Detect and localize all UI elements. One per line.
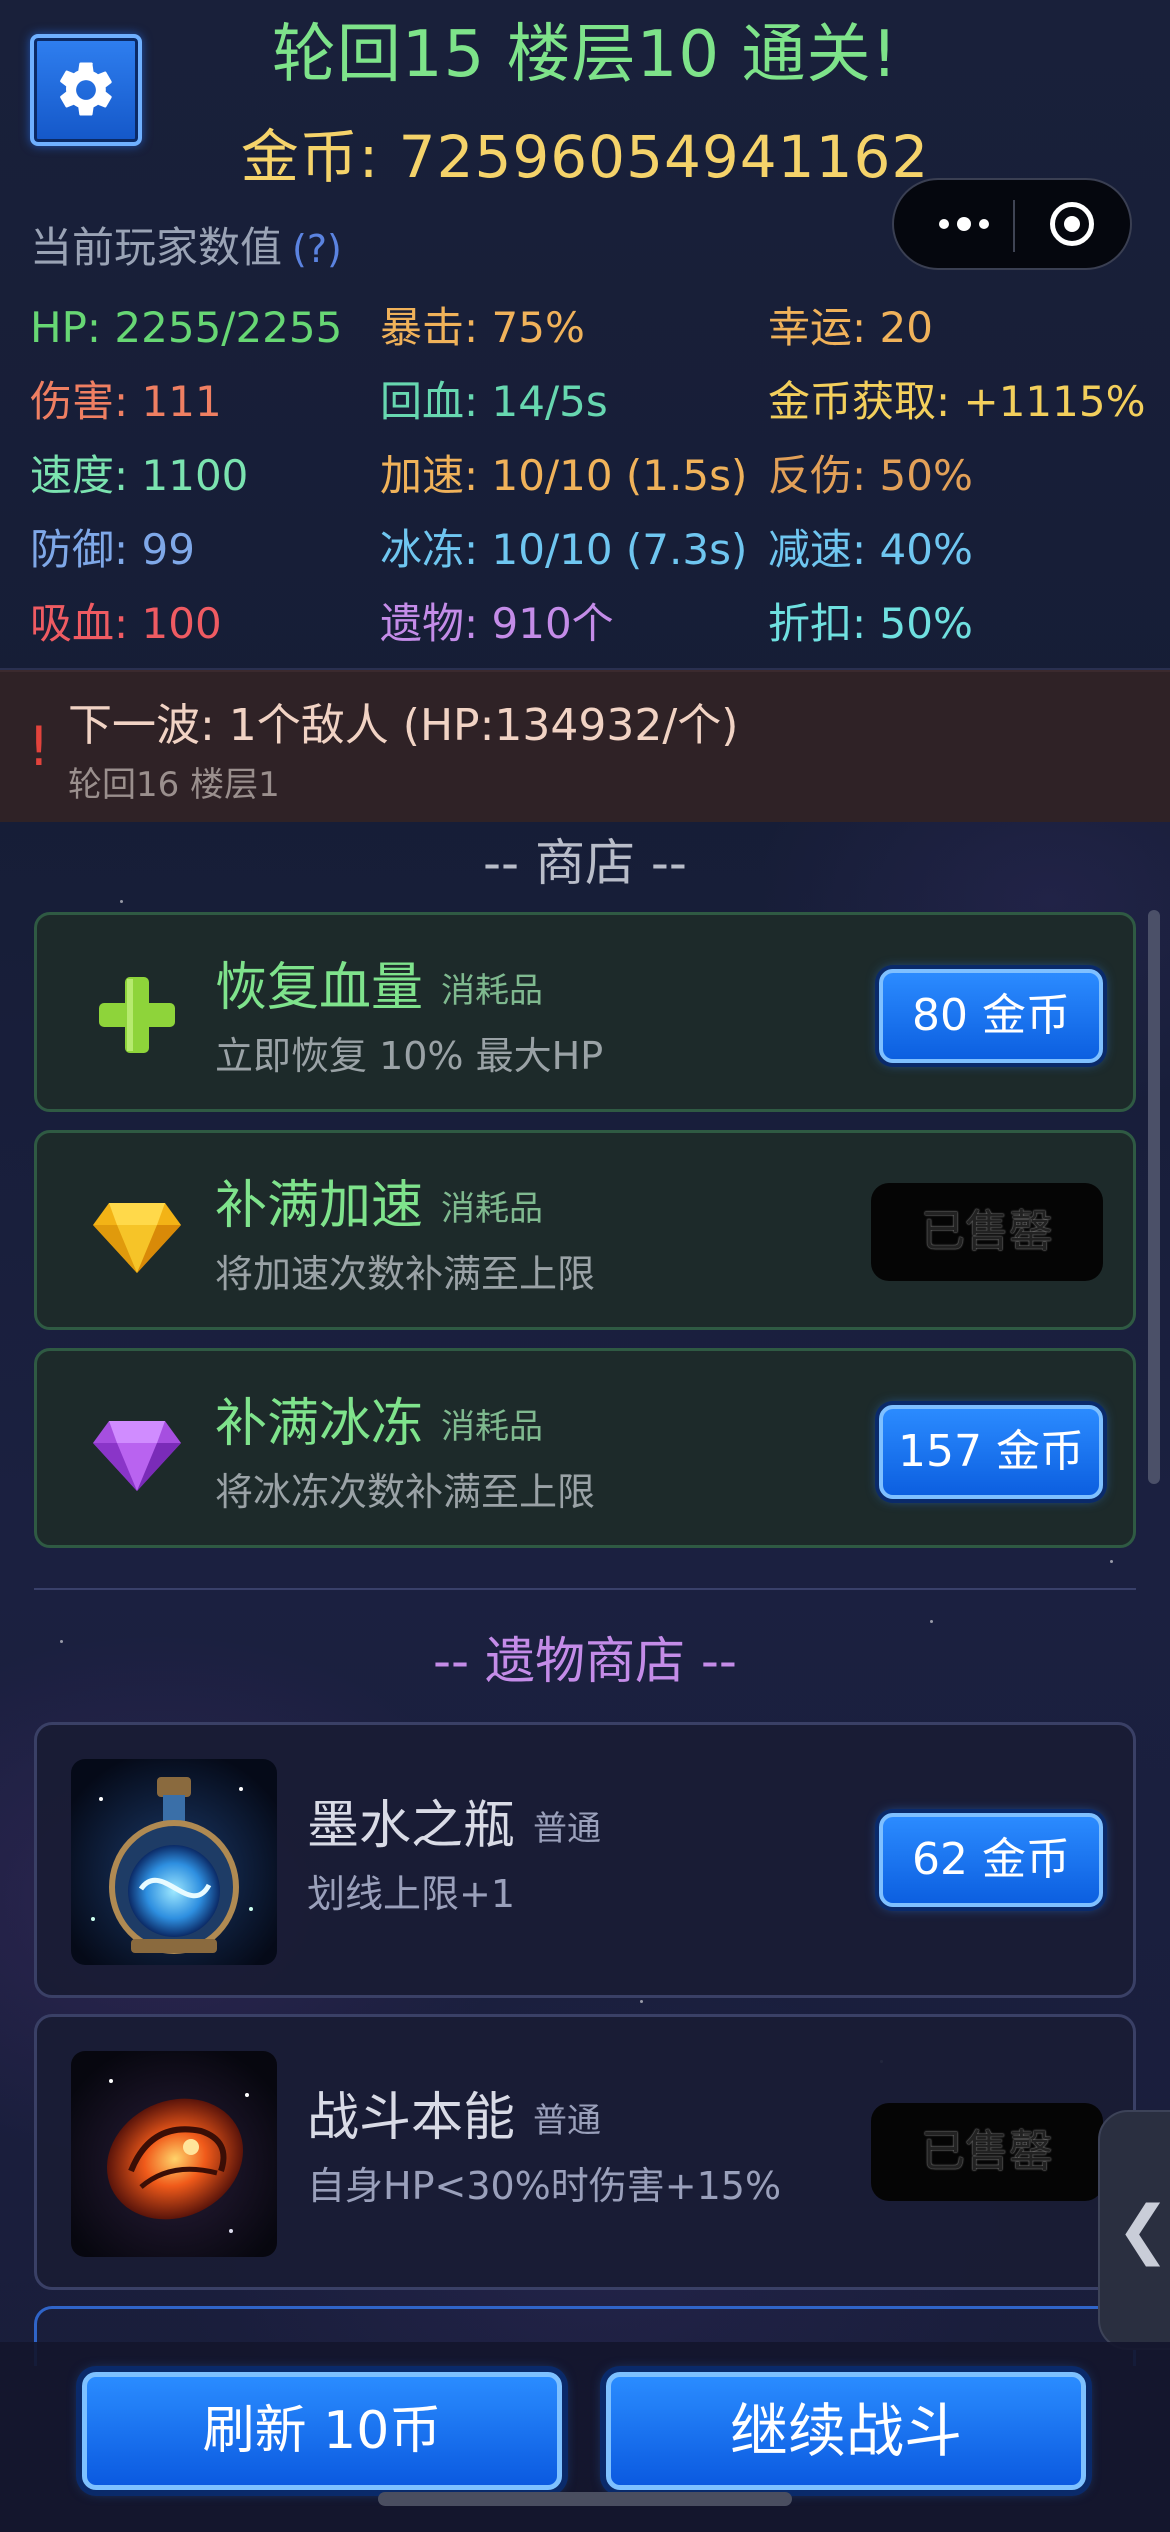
- stat-item: HP: 2255/2255: [30, 303, 343, 352]
- item-desc: 将加速次数补满至上限: [215, 1252, 596, 1296]
- next-wave-subtext: 轮回16 楼层1: [68, 765, 280, 805]
- relic-item-ink-bottle: 墨水之瓶 普通 划线上限+1 62 金币: [34, 1722, 1136, 1998]
- item-name: 恢复血量 消耗品: [215, 958, 544, 1018]
- flaming-fist-image: [71, 2051, 277, 2257]
- side-drawer-tab[interactable]: ❮: [1098, 2110, 1170, 2350]
- item-tag: 消耗品: [441, 971, 544, 1011]
- sold-out-button: 已售罄: [871, 2103, 1103, 2201]
- star: [640, 2000, 643, 2003]
- stat-item: 减速: 40%: [768, 525, 973, 574]
- stat-item: 防御: 99: [30, 525, 195, 574]
- relic-rarity-tag: 普通: [533, 2101, 602, 2141]
- close-target-icon[interactable]: [1016, 180, 1128, 268]
- ink-bottle-image: [71, 1759, 277, 1965]
- stat-item: 回血: 14/5s: [380, 377, 608, 426]
- more-dots-icon[interactable]: [916, 180, 1012, 268]
- relic-desc: 自身HP<30%时伤害+15%: [307, 2164, 782, 2208]
- divider: [34, 1588, 1136, 1590]
- stat-item: 折扣: 50%: [768, 599, 973, 648]
- plus-icon: [99, 977, 175, 1053]
- relic-rarity-tag: 普通: [533, 1809, 602, 1849]
- stat-item: 幸运: 20: [768, 303, 933, 352]
- shop-item-refill-freeze: 补满冰冻 消耗品 将冰冻次数补满至上限 157 金币: [34, 1348, 1136, 1548]
- relic-desc: 划线上限+1: [307, 1872, 516, 1916]
- stat-item: 遗物: 910个: [380, 599, 614, 648]
- item-desc: 将冰冻次数补满至上限: [215, 1470, 596, 1514]
- relic-name: 战斗本能 普通: [307, 2088, 602, 2148]
- item-tag: 消耗品: [441, 1407, 544, 1447]
- star: [930, 1620, 933, 1623]
- stat-item: 加速: 10/10 (1.5s): [380, 451, 748, 500]
- level-clear-title: 轮回15 楼层10 通关!: [271, 18, 899, 92]
- relic-item-battle-instinct: 战斗本能 普通 自身HP<30%时伤害+15% 已售罄: [34, 2014, 1136, 2290]
- mini-program-capsule: [892, 178, 1132, 270]
- stat-item: 伤害: 111: [30, 377, 222, 426]
- home-indicator: [378, 2492, 792, 2506]
- alert-icon: !: [28, 715, 50, 778]
- stats-title: 当前玩家数值 (?): [30, 223, 342, 272]
- buy-button[interactable]: 80 金币: [879, 969, 1103, 1063]
- shop-title: -- 商店 --: [483, 834, 687, 892]
- stat-item: 反伤: 50%: [768, 451, 973, 500]
- yellow-gem-icon: [93, 1203, 181, 1273]
- relic-shop-title: -- 遗物商店 --: [433, 1632, 737, 1690]
- buy-button[interactable]: 157 金币: [879, 1405, 1103, 1499]
- help-icon[interactable]: (?): [292, 227, 342, 271]
- relic-name: 墨水之瓶 普通: [307, 1796, 602, 1856]
- stat-item: 暴击: 75%: [380, 303, 585, 352]
- item-tag: 消耗品: [441, 1189, 544, 1229]
- shop-item-restore-hp: 恢复血量 消耗品 立即恢复 10% 最大HP 80 金币: [34, 912, 1136, 1112]
- stat-item: 速度: 1100: [30, 451, 249, 500]
- stat-item: 吸血: 100: [30, 599, 222, 648]
- sold-out-button: 已售罄: [871, 1183, 1103, 1281]
- chevron-left-icon: ❮: [1116, 2193, 1170, 2267]
- stat-item: 金币获取: +1115%: [768, 377, 1146, 426]
- next-wave-text: 下一波: 1个敌人 (HP:134932/个): [68, 700, 739, 751]
- star: [120, 900, 123, 903]
- continue-battle-button[interactable]: 继续战斗: [606, 2372, 1086, 2490]
- item-desc: 立即恢复 10% 最大HP: [215, 1034, 604, 1078]
- star: [1110, 1560, 1113, 1563]
- game-screen: { "header": { "title": "轮回15 楼层10 通关!", …: [0, 0, 1170, 2532]
- item-name: 补满冰冻 消耗品: [215, 1394, 544, 1454]
- purple-gem-icon: [93, 1421, 181, 1491]
- scrollbar[interactable]: [1148, 910, 1160, 1484]
- shop-item-refill-speedup: 补满加速 消耗品 将加速次数补满至上限 已售罄: [34, 1130, 1136, 1330]
- stat-item: 冰冻: 10/10 (7.3s): [380, 525, 748, 574]
- buy-relic-button[interactable]: 62 金币: [879, 1813, 1103, 1907]
- next-wave-banner: ! 下一波: 1个敌人 (HP:134932/个) 轮回16 楼层1: [0, 670, 1170, 822]
- refresh-shop-button[interactable]: 刷新 10币: [82, 2372, 562, 2490]
- item-name: 补满加速 消耗品: [215, 1176, 544, 1236]
